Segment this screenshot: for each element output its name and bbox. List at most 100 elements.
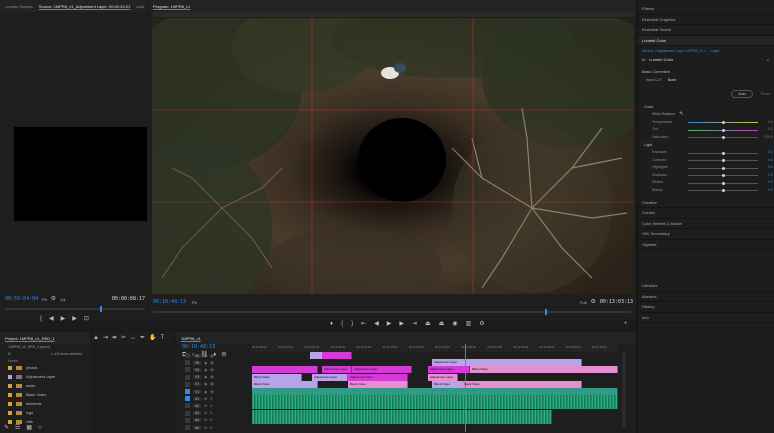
light-slider-contrast[interactable]	[688, 159, 758, 162]
step-back-icon[interactable]: ◀	[374, 321, 379, 327]
color-value[interactable]: 0.0	[768, 127, 773, 131]
eye-icon[interactable]: ◉	[204, 375, 207, 379]
track-target-toggle[interactable]	[185, 360, 190, 366]
type-icon[interactable]: T	[161, 335, 165, 341]
timeline-clip[interactable]: Adjustment Layer	[432, 359, 582, 367]
settings-icon[interactable]: ⚙	[479, 321, 484, 327]
timeline-clip-v1[interactable]	[252, 388, 618, 395]
light-slider-exposure[interactable]	[688, 151, 758, 155]
track-target-toggle[interactable]	[185, 425, 190, 430]
panel-history[interactable]: History	[638, 302, 774, 313]
solo-icon[interactable]: S	[210, 426, 212, 430]
lock-icon[interactable]: ▤	[210, 382, 213, 386]
lumetri-sequence-label[interactable]: 1MPR8_v1 • ... Layer	[686, 49, 720, 53]
track-target-toggle[interactable]	[185, 374, 190, 380]
track-header-v5[interactable]: V5 ◉ ▤	[185, 359, 253, 366]
tab-source[interactable]: Source: 1MPR8_v1_Adjustment Layer: 00:00…	[39, 4, 130, 9]
track-header-a2[interactable]: A2 M S	[185, 402, 253, 409]
light-slider-highlights[interactable]	[688, 166, 758, 170]
bin-item[interactable]: audio	[0, 382, 90, 391]
source-fit-select[interactable]: Fit	[42, 297, 46, 302]
track-label[interactable]: A1	[193, 396, 202, 401]
mute-icon[interactable]: M	[204, 397, 207, 401]
label-color-chip[interactable]	[8, 366, 12, 370]
track-label[interactable]: A3	[193, 411, 202, 416]
lumetri-source-label[interactable]: Source • Adjustment Layer	[642, 49, 684, 53]
source-timecode-playhead[interactable]: 00:59:04:04	[5, 296, 38, 302]
section-creative[interactable]: Creative	[638, 198, 774, 208]
extract-icon[interactable]: ⏏	[439, 321, 445, 327]
section-hsl-secondary[interactable]: HSL Secondary	[638, 229, 774, 240]
label-color-chip[interactable]	[8, 420, 12, 424]
play-icon[interactable]: ▶	[61, 316, 66, 322]
light-slider-whites[interactable]	[688, 181, 758, 185]
eye-icon[interactable]: ◉	[204, 361, 207, 365]
track-header-a3[interactable]: A3 M S	[185, 410, 253, 417]
solo-icon[interactable]: S	[210, 411, 212, 415]
mute-icon[interactable]: M	[204, 411, 207, 415]
bin-item[interactable]: photos	[0, 364, 90, 373]
bin-item[interactable]: Adjustment Layer	[0, 373, 90, 382]
light-section-header[interactable]: Light	[638, 141, 774, 149]
program-timecode-playhead[interactable]: 00:10:48:13	[153, 299, 186, 305]
go-to-in-icon[interactable]: ⇤	[361, 321, 366, 327]
track-target-toggle[interactable]	[185, 381, 190, 387]
lock-icon[interactable]: ▤	[210, 375, 213, 379]
track-header-v6[interactable]: V6 ◉ ▤	[185, 352, 253, 359]
program-fit-select[interactable]: Fit	[192, 300, 196, 305]
lock-icon[interactable]: ▤	[210, 368, 213, 372]
track-target-toggle[interactable]	[185, 417, 190, 423]
icon-view-icon[interactable]: ▦	[26, 425, 32, 431]
track-label[interactable]: V4	[193, 367, 202, 372]
slider-knob[interactable]	[721, 159, 725, 162]
track-header-a4[interactable]: A4 M S	[185, 417, 253, 424]
list-view-icon[interactable]: ☰	[15, 425, 20, 431]
light-value[interactable]: 0.0	[768, 180, 773, 184]
track-header-v1[interactable]: V1 ◉ ▤	[185, 388, 253, 395]
slider-knob[interactable]	[721, 136, 725, 139]
source-playhead-marker[interactable]	[100, 306, 102, 312]
slider-knob[interactable]	[721, 166, 725, 170]
slider-knob[interactable]	[721, 128, 725, 132]
timeline-clip[interactable]: Adjustment Layer	[322, 366, 352, 374]
timeline-clip[interactable]: Black Video	[348, 380, 408, 388]
timeline-playhead[interactable]	[465, 344, 466, 432]
pen-icon[interactable]: ✒	[140, 335, 145, 341]
step-forward-icon[interactable]: ▶	[72, 316, 77, 322]
track-target-toggle[interactable]	[185, 396, 190, 402]
slip-icon[interactable]: ↔	[130, 335, 136, 341]
auto-button[interactable]: Auto	[731, 90, 753, 98]
label-color-chip[interactable]	[8, 375, 12, 379]
mute-icon[interactable]: M	[204, 426, 207, 430]
timeline-clip[interactable]	[252, 366, 318, 374]
light-value[interactable]: 0.0	[768, 173, 773, 177]
timeline-clip[interactable]	[322, 352, 352, 359]
timeline-clip[interactable]: Adjustment Layer	[428, 373, 458, 381]
add-button-icon[interactable]: +	[624, 321, 628, 327]
timeline-clip[interactable]: Adjustment Layer	[348, 373, 408, 381]
marker-icon[interactable]: ♦	[330, 321, 333, 327]
track-label[interactable]: V2	[193, 382, 202, 387]
track-label[interactable]: V6	[193, 353, 202, 358]
step-forward-icon[interactable]: ▶	[399, 321, 404, 327]
bin-item[interactable]: logo	[0, 409, 90, 418]
section-vignette[interactable]: Vignette	[638, 240, 774, 250]
color-slider-saturation[interactable]	[688, 136, 758, 139]
track-target-toggle[interactable]	[185, 403, 190, 409]
solo-icon[interactable]: S	[210, 418, 212, 422]
track-target-toggle[interactable]	[185, 353, 190, 358]
track-label[interactable]: A2	[193, 403, 202, 408]
slider-knob[interactable]	[721, 151, 725, 155]
section-curves[interactable]: Curves	[638, 208, 774, 219]
panel-lumetri-color[interactable]: Lumetri Color	[638, 35, 774, 46]
solo-icon[interactable]: S	[210, 397, 212, 401]
lock-icon[interactable]: ▤	[210, 354, 213, 358]
color-slider-temperature[interactable]	[688, 121, 758, 124]
track-target-toggle[interactable]	[185, 367, 190, 373]
mark-in-icon[interactable]: {	[40, 316, 42, 322]
export-frame-icon[interactable]: ◉	[452, 321, 457, 327]
panel-essential-sound[interactable]: Essential Sound	[638, 25, 774, 36]
hand-icon[interactable]: ✋	[149, 335, 156, 341]
slider-knob[interactable]	[721, 189, 725, 192]
timeline-timecode[interactable]: 00:10:48:13	[182, 344, 215, 350]
